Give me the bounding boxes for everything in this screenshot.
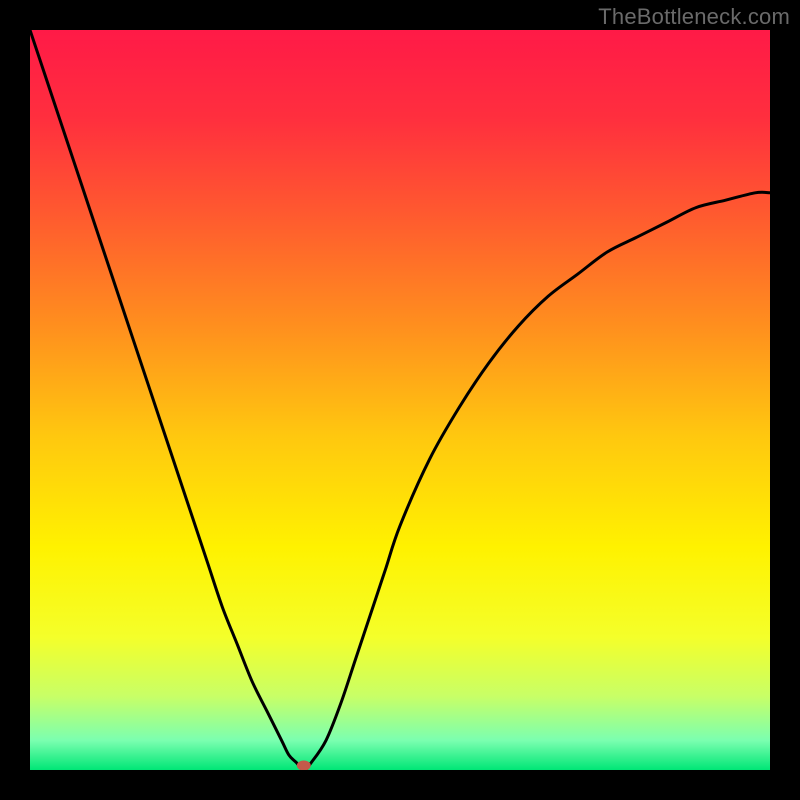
bottleneck-chart xyxy=(30,30,770,770)
chart-frame: TheBottleneck.com xyxy=(0,0,800,800)
plot-area xyxy=(30,30,770,770)
gradient-background xyxy=(30,30,770,770)
watermark-text: TheBottleneck.com xyxy=(598,4,790,30)
